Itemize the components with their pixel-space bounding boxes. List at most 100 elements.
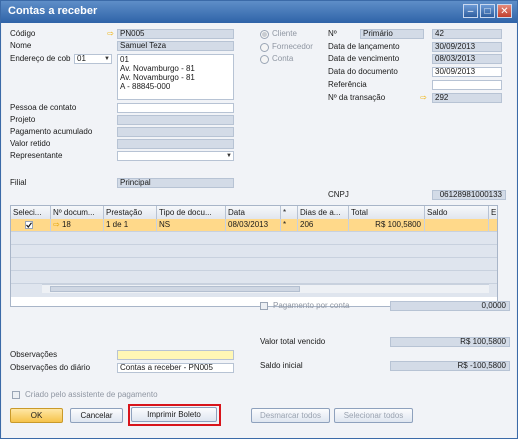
column-header[interactable]: Total (349, 206, 425, 219)
pagamento-por-conta-field[interactable]: 0,0000 (390, 301, 510, 311)
total-cell: R$ 100,5800 (349, 219, 425, 232)
column-header[interactable]: Tipo de docu... (157, 206, 226, 219)
minimize-icon[interactable]: – (463, 4, 478, 18)
valor-total-vencido-field[interactable]: R$ 100,5800 (390, 337, 510, 347)
criado-assistente-label: Criado pelo assistente de pagamento (25, 390, 158, 399)
desmarcar-todos-button[interactable]: Desmarcar todos (251, 408, 330, 423)
table-row[interactable] (11, 232, 497, 245)
endereco-label: Endereço de cob (10, 54, 71, 63)
numero-field[interactable]: 42 (432, 29, 502, 39)
annotation-highlight-box (128, 404, 221, 426)
address-line: A - 88845-000 (120, 82, 171, 91)
pagamento-por-conta-checkbox[interactable] (260, 302, 268, 310)
table-row[interactable]: ⇨ 18 1 de 1 NS 08/03/2013 * 206 R$ 100,5… (11, 219, 497, 232)
form-body: Código ⇨ PN005 Nome Samuel Teza Endereço… (2, 23, 516, 438)
column-header[interactable]: * (281, 206, 298, 219)
checkmark-icon (26, 222, 32, 228)
referencia-field[interactable] (432, 80, 502, 90)
row-checkbox[interactable] (25, 221, 33, 229)
filial-label: Filial (10, 178, 27, 187)
cnpj-field[interactable]: 06128981000133 (432, 190, 506, 200)
address-line: Av. Novamburgo - 81 (120, 64, 195, 73)
data-documento-field[interactable]: 30/09/2013 (432, 67, 502, 77)
maximize-icon[interactable]: □ (480, 4, 495, 18)
data-lancamento-label: Data de lançamento (328, 42, 400, 51)
column-header[interactable]: Dias de a... (298, 206, 349, 219)
endereco-select[interactable]: 01 ▼ (74, 54, 112, 64)
transacao-field[interactable]: 292 (432, 93, 502, 103)
observacoes-label: Observações (10, 350, 58, 359)
projeto-label: Projeto (10, 115, 36, 124)
dias-cell: 206 (298, 219, 349, 232)
horizontal-scrollbar[interactable] (42, 284, 489, 293)
table-header: Seleci... Nº docum... Prestação Tipo de … (11, 206, 497, 220)
saldo-inicial-field[interactable]: R$ -100,5800 (390, 361, 510, 371)
representante-label: Representante (10, 151, 63, 160)
projeto-field[interactable] (117, 115, 234, 125)
cliente-radio[interactable] (260, 30, 269, 39)
fornecedor-radio[interactable] (260, 43, 269, 52)
star-cell: * (281, 219, 298, 232)
codigo-field[interactable]: PN005 (117, 29, 234, 39)
pagamento-por-conta-label: Pagamento por conta (273, 301, 350, 310)
fornecedor-radio-label: Fornecedor (272, 42, 313, 51)
column-header[interactable]: E (489, 206, 497, 219)
filial-field[interactable]: Principal (117, 178, 234, 188)
conta-radio-label: Conta (272, 54, 294, 63)
valor-retido-label: Valor retido (10, 139, 51, 148)
endereco-select-value: 01 (77, 54, 86, 63)
referencia-label: Referência (328, 80, 367, 89)
chevron-down-icon: ▼ (104, 56, 110, 62)
address-line: Av. Novamburgo - 81 (120, 73, 195, 82)
selecionar-todos-button[interactable]: Selecionar todos (334, 408, 413, 423)
column-header[interactable]: Nº docum... (51, 206, 104, 219)
pagamento-acumulado-label: Pagamento acumulado (10, 127, 93, 136)
cancel-button[interactable]: Cancelar (70, 408, 123, 423)
scrollbar-thumb[interactable] (50, 286, 300, 292)
observacoes-field[interactable] (117, 350, 234, 360)
prestacao-cell: 1 de 1 (104, 219, 157, 232)
data-lancamento-field[interactable]: 30/09/2013 (432, 42, 502, 52)
column-header[interactable]: Seleci... (11, 206, 51, 219)
saldo-inicial-label: Saldo inicial (260, 361, 303, 370)
conta-radio[interactable] (260, 55, 269, 64)
nome-field[interactable]: Samuel Teza (117, 41, 234, 51)
column-header[interactable]: Saldo (425, 206, 489, 219)
numero-label: Nº (328, 29, 337, 38)
table-row[interactable] (11, 271, 497, 284)
data-documento-label: Data do documento (328, 67, 398, 76)
ok-button[interactable]: OK (10, 408, 63, 423)
codigo-label: Código (10, 29, 36, 38)
representante-select[interactable]: ▼ (117, 151, 234, 161)
link-arrow-icon[interactable]: ⇨ (419, 94, 428, 102)
doc-number-cell: ⇨ 18 (51, 219, 104, 232)
row-select-cell[interactable] (11, 219, 51, 232)
address-line: 01 (120, 55, 129, 64)
table-row[interactable] (11, 245, 497, 258)
data-vencimento-field[interactable]: 08/03/2013 (432, 54, 502, 64)
address-box[interactable]: 01 Av. Novamburgo - 81 Av. Novamburgo - … (117, 54, 234, 100)
doc-number-value: 18 (61, 220, 71, 229)
saldo-cell (425, 219, 489, 232)
criado-assistente-checkbox[interactable] (12, 391, 20, 399)
title-bar: Contas a receber – □ ✕ (1, 1, 517, 23)
cliente-radio-label: Cliente (272, 29, 297, 38)
valor-total-vencido-label: Valor total vencido (260, 337, 326, 346)
cnpj-label: CNPJ (328, 190, 349, 199)
observacoes-diario-field[interactable]: Contas a receber - PN005 (117, 363, 234, 373)
link-arrow-icon[interactable]: ⇨ (106, 30, 115, 38)
column-header[interactable]: Prestação (104, 206, 157, 219)
tipo-cell: NS (157, 219, 226, 232)
pessoa-contato-label: Pessoa de contato (10, 103, 77, 112)
window-title: Contas a receber (8, 5, 98, 17)
column-header[interactable]: Data (226, 206, 281, 219)
link-arrow-icon[interactable]: ⇨ (53, 220, 60, 229)
nome-label: Nome (10, 41, 32, 50)
table-row[interactable] (11, 258, 497, 271)
valor-retido-field[interactable] (117, 139, 234, 149)
pagamento-acumulado-field[interactable] (117, 127, 234, 137)
numero-series-field[interactable]: Primário (360, 29, 424, 39)
pessoa-contato-field[interactable] (117, 103, 234, 113)
close-icon[interactable]: ✕ (497, 4, 512, 18)
contas-a-receber-window: Contas a receber – □ ✕ Código ⇨ PN005 No… (0, 0, 518, 439)
